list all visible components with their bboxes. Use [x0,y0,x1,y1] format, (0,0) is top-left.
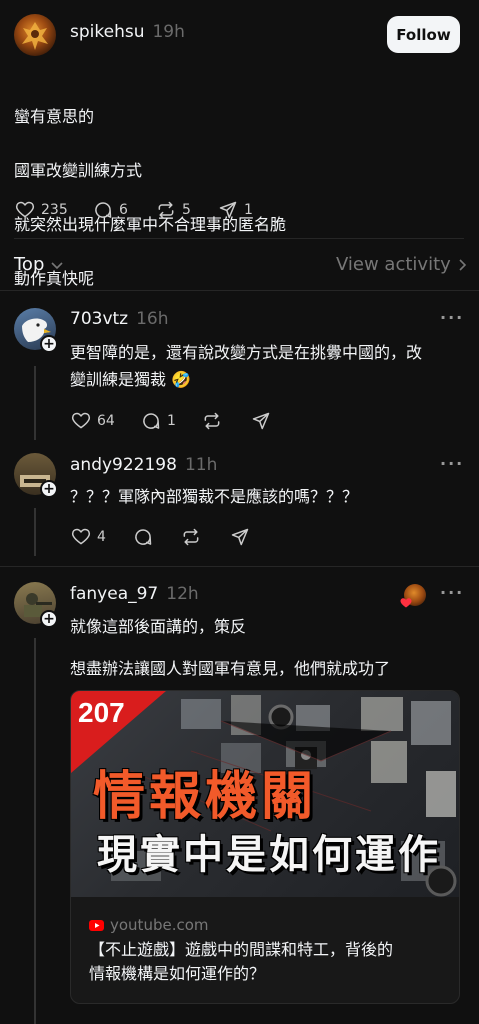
post-username[interactable]: spikehsu [70,22,144,42]
more-options-icon[interactable]: ··· [440,308,464,327]
avatar-figure-icon [22,22,48,50]
repost-icon [183,528,199,546]
post-repost-button[interactable]: 5 [156,200,191,220]
comment-repost-button[interactable] [181,527,201,547]
comment-username[interactable]: andy922198 [70,455,177,475]
comment-text: 更智障的是，還有說改變方式是在挑釁中國的，改 變訓練是獨裁 🤣 [70,343,423,389]
post-divider [14,238,464,239]
comment-header: fanyea_97 12h [70,584,199,604]
video-number: 207 [78,697,125,728]
comment-time: 12h [166,584,199,604]
comment-repost-button[interactable] [202,411,222,431]
comment-text: 就像這部後面講的，策反 [70,617,247,636]
comment-share-button[interactable] [251,411,271,431]
thread-line [34,508,36,556]
post-time: 19h [152,22,185,42]
sort-label: Top [14,254,45,275]
comment-icon [135,529,152,545]
more-options-icon[interactable]: ··· [440,454,464,473]
post-body: 蠻有意思的 國軍改變訓練方式 就突然出現什麼軍中不合理事的匿名脆 動作真快呢 [14,76,464,319]
comment-text: 想盡辦法讓國人對國軍有意見，他們就成功了 [70,659,391,678]
comment-icon [95,202,112,218]
sort-divider [0,290,479,291]
share-icon [231,528,249,546]
post-line: 蠻有意思的 [14,107,95,126]
comment-username[interactable]: 703vtz [70,309,128,329]
heart-icon [71,528,91,545]
comment-like-button[interactable]: 4 [71,527,106,547]
comment-like-count: 64 [97,413,115,429]
post-reply-button[interactable]: 6 [93,200,128,220]
thumbnail-headline-1: 情報機關 [93,767,318,827]
comment-time: 11h [184,455,218,475]
comment-like-count: 4 [97,529,106,545]
link-preview-card[interactable]: 207 情報機關 現實中是如何運作 youtube.com 【不止遊戲】遊戲中的… [70,690,460,1004]
comment-time: 16h [136,309,169,329]
link-title: 【不止遊戲】遊戲中的間諜和特工，背後的 情報機構是如何運作的？ [89,940,394,983]
follow-plus-icon[interactable]: + [40,480,58,498]
follow-button-label: Follow [396,25,451,44]
comment-reply-button[interactable]: 1 [141,411,176,431]
share-icon [252,412,270,430]
youtube-icon [89,919,104,931]
post-share-count: 1 [244,202,253,218]
repost-icon [204,412,220,430]
post-share-button[interactable]: 1 [218,200,253,220]
comment-divider [0,566,479,567]
post-header: spikehsu 19h [70,22,185,42]
link-source: youtube.com [110,916,209,934]
post-reply-count: 6 [119,202,128,218]
heart-icon [15,201,35,218]
follow-plus-icon[interactable]: + [40,610,58,628]
comment-like-button[interactable]: 64 [71,411,115,431]
post-like-count: 235 [41,202,68,218]
comment-header: andy922198 11h [70,455,217,475]
link-source-row: youtube.com [89,916,209,934]
follow-plus-icon[interactable]: + [40,335,58,353]
thread-line [34,638,36,1024]
chevron-down-icon [51,261,63,269]
post-line: 國軍改變訓練方式 [14,161,143,180]
comment-header: 703vtz 16h [70,309,169,329]
post-author-avatar[interactable] [14,14,56,56]
comment-share-button[interactable] [230,527,250,547]
comment-username[interactable]: fanyea_97 [70,584,158,604]
share-icon [219,201,237,219]
comment-reply-count: 1 [167,413,176,429]
heart-icon [71,412,91,429]
thumbnail-headline-2: 現實中是如何運作 [97,832,441,878]
comment-reply-button[interactable] [133,527,153,547]
more-options-icon[interactable]: ··· [440,583,464,602]
view-activity-label: View activity [336,254,451,275]
sort-dropdown[interactable]: Top [14,254,64,275]
follow-button[interactable]: Follow [387,16,460,53]
repost-icon [158,201,174,219]
post-like-button[interactable]: 235 [15,200,68,220]
post-repost-count: 5 [182,202,191,218]
comment-text: ？？？軍隊內部獨裁不是應該的嗎？？？ [70,487,359,506]
chevron-right-icon [459,258,466,271]
thread-line [34,366,36,440]
comment-icon [143,413,160,429]
link-preview-thumbnail: 207 情報機關 現實中是如何運作 [71,691,459,897]
liked-heart-icon [400,598,412,608]
view-activity-link[interactable]: View activity [336,254,467,275]
